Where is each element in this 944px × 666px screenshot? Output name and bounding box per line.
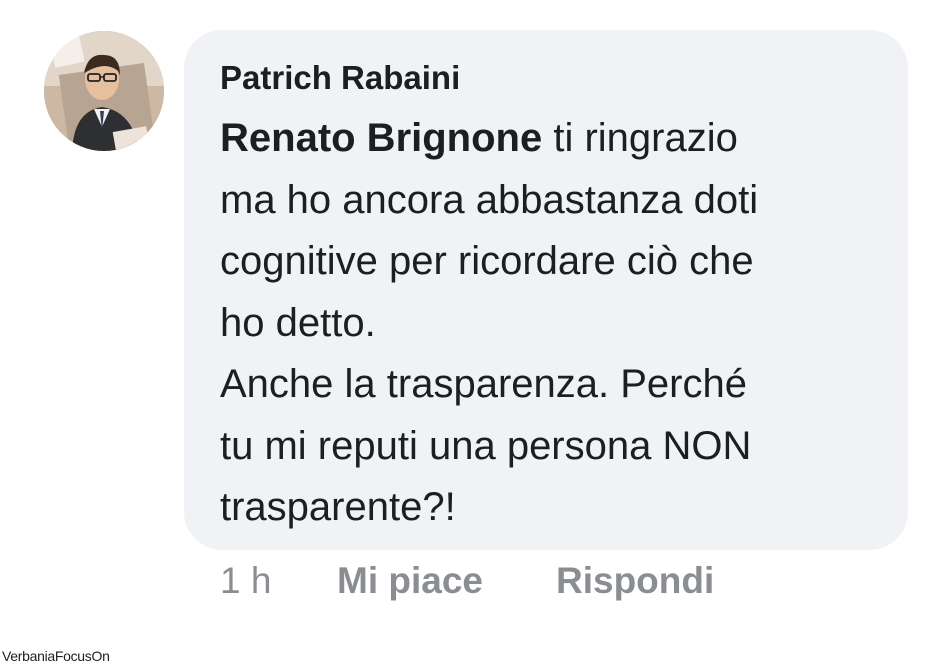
profile-photo	[44, 31, 164, 151]
comment-timestamp[interactable]: 1 h	[220, 556, 271, 606]
comment-text-fragment: ti ringrazio	[542, 116, 738, 160]
comment-line: ho detto.	[220, 300, 376, 345]
watermark: VerbaniaFocusOn	[2, 648, 110, 664]
comment-text: Renato Brignone ti ringrazio ma ho ancor…	[220, 108, 880, 539]
comment-line: Anche la trasparenza. Perché	[220, 362, 747, 406]
mention-link[interactable]: Renato Brignone	[220, 116, 542, 160]
comment-author[interactable]: Patrich Rabaini	[220, 58, 460, 98]
comment-bubble: Patrich Rabaini Renato Brignone ti ringr…	[184, 30, 908, 550]
comment-line: cognitive per ricordare ciò che	[220, 239, 754, 283]
comment-line: Renato Brignone ti ringrazio	[220, 108, 880, 170]
comment-line: trasparente?!	[220, 485, 456, 529]
reply-button[interactable]: Rispondi	[556, 556, 714, 606]
avatar[interactable]	[44, 31, 164, 151]
like-button[interactable]: Mi piace	[337, 556, 483, 606]
comment-line: tu mi reputi una persona NON	[220, 423, 752, 468]
comment-line: ma ho ancora abbastanza doti	[220, 177, 759, 222]
